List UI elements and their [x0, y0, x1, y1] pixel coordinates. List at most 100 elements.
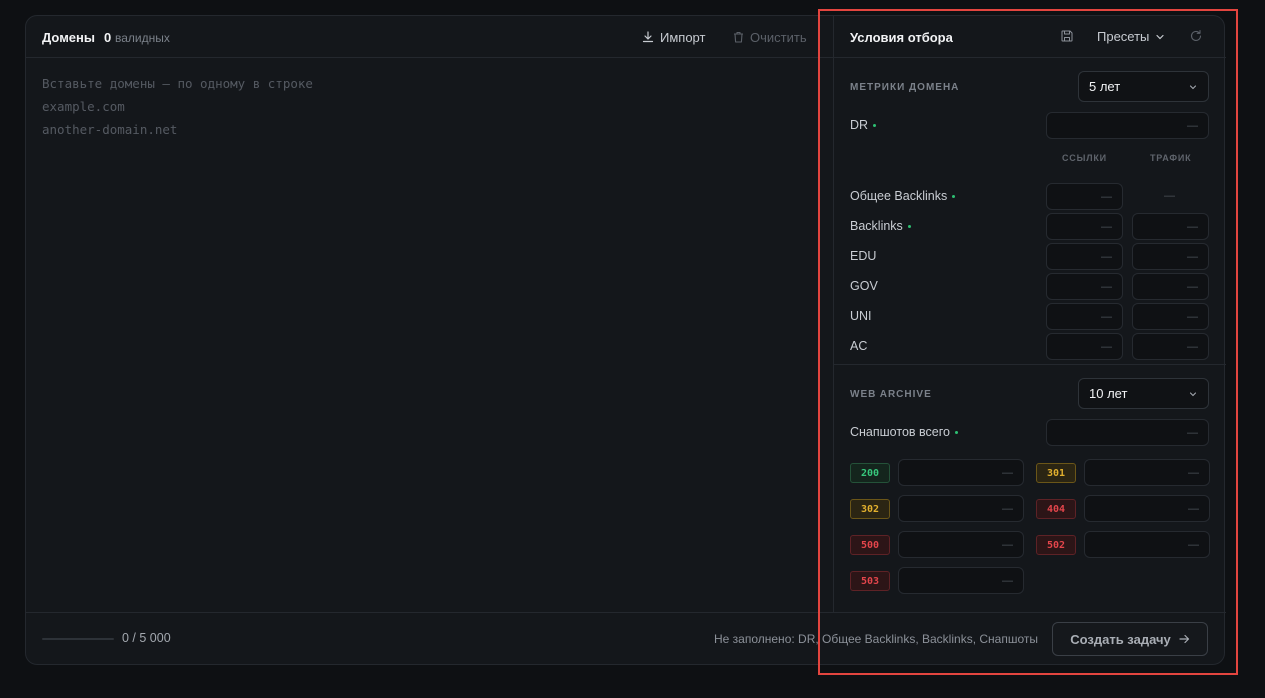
status-code-badge: 503: [850, 571, 890, 591]
dr-input[interactable]: —: [1046, 112, 1209, 139]
import-label: Импорт: [660, 29, 706, 45]
chevron-down-icon: [1189, 85, 1197, 90]
empty-value: —: [1188, 503, 1199, 515]
empty-value: —: [1002, 467, 1013, 479]
chevron-down-icon: [1189, 392, 1197, 397]
required-dot: [952, 194, 956, 198]
metric-row-label-text: UNI: [850, 309, 872, 323]
status-code-input[interactable]: —: [1084, 459, 1210, 486]
empty-value: —: [1101, 221, 1112, 233]
progress-bar: [42, 638, 114, 640]
valid-label: валидных: [115, 31, 170, 45]
links-input[interactable]: —: [1046, 183, 1123, 210]
col-head-links: ССЫЛКИ: [1062, 153, 1107, 163]
filters-panel: Условия отбора Пресеты МЕТРИКИ ДОМЕНА 5 …: [833, 16, 1226, 612]
traffic-input[interactable]: —: [1132, 243, 1209, 270]
links-input[interactable]: —: [1046, 333, 1123, 360]
metrics-period-value: 5 лет: [1089, 79, 1121, 94]
metric-row-label: EDU: [850, 249, 876, 263]
status-code-badge: 301: [1036, 463, 1076, 483]
snapshots-label: Снапшотов всего: [850, 425, 958, 439]
valid-count: 0: [104, 30, 112, 45]
status-code-badge: 500: [850, 535, 890, 555]
required-dot: [954, 430, 958, 434]
metric-row-label-text: Общее Backlinks: [850, 189, 948, 203]
arrow-right-icon: [1179, 634, 1189, 644]
status-code-badge: 302: [850, 499, 890, 519]
empty-value: —: [1101, 191, 1112, 203]
download-icon: [642, 31, 654, 43]
empty-value: —: [1101, 281, 1112, 293]
status-code-badge: 200: [850, 463, 890, 483]
metric-row-label-text: GOV: [850, 279, 878, 293]
links-input[interactable]: —: [1046, 243, 1123, 270]
metric-row-label: Backlinks: [850, 219, 911, 233]
status-code-input[interactable]: —: [898, 567, 1024, 594]
create-task-button[interactable]: Создать задачу: [1052, 622, 1208, 656]
empty-value: —: [1002, 575, 1013, 587]
empty-value: —: [1187, 221, 1198, 233]
snapshots-label-text: Снапшотов всего: [850, 425, 950, 439]
status-code-input[interactable]: —: [898, 531, 1024, 558]
dr-label-text: DR: [850, 118, 869, 132]
domains-textarea[interactable]: Вставьте домены — по одному в строке exa…: [42, 72, 822, 602]
required-dot: [873, 123, 877, 127]
empty-value: —: [1002, 503, 1013, 515]
metric-row-label: GOV: [850, 279, 878, 293]
col-head-traffic: ТРАФИК: [1150, 153, 1192, 163]
archive-section-label: WEB ARCHIVE: [850, 389, 932, 400]
empty-value: —: [1187, 251, 1198, 263]
filters-header: Условия отбора Пресеты: [834, 16, 1226, 58]
metrics-section-label: МЕТРИКИ ДОМЕНА: [850, 82, 960, 93]
links-input[interactable]: —: [1046, 213, 1123, 240]
clear-button[interactable]: Очистить: [733, 28, 807, 46]
clear-label: Очистить: [750, 29, 807, 45]
traffic-input[interactable]: —: [1132, 273, 1209, 300]
traffic-input[interactable]: —: [1132, 333, 1209, 360]
status-code-input[interactable]: —: [898, 459, 1024, 486]
empty-value: —: [1002, 539, 1013, 551]
domains-header: Домены 0 валидных Импорт Очистить: [26, 16, 833, 58]
metric-row-label: AC: [850, 339, 867, 353]
metric-row-label: UNI: [850, 309, 872, 323]
status-code-input[interactable]: —: [1084, 531, 1210, 558]
chevron-down-icon: [1156, 34, 1165, 39]
metric-row-label-text: Backlinks: [850, 219, 903, 233]
traffic-input[interactable]: —: [1132, 213, 1209, 240]
links-input[interactable]: —: [1046, 303, 1123, 330]
archive-period-select[interactable]: 10 лет: [1078, 378, 1209, 409]
presets-label: Пресеты: [1097, 29, 1150, 44]
empty-value: —: [1187, 311, 1198, 323]
trash-icon: [734, 31, 743, 43]
save-icon[interactable]: [1060, 29, 1074, 43]
metrics-period-select[interactable]: 5 лет: [1078, 71, 1209, 102]
status-code-badge: 502: [1036, 535, 1076, 555]
required-dot: [907, 224, 911, 228]
filters-title: Условия отбора: [850, 30, 953, 45]
footer-bar: 0 / 5 000 Не заполнено: DR, Общее Backli…: [26, 612, 1226, 665]
section-divider: [834, 364, 1226, 365]
presets-dropdown[interactable]: Пресеты: [1097, 29, 1165, 44]
create-task-label: Создать задачу: [1070, 631, 1171, 647]
empty-value: —: [1101, 251, 1112, 263]
empty-value: —: [1187, 341, 1198, 353]
import-button[interactable]: Импорт: [642, 28, 705, 46]
empty-value: —: [1101, 341, 1112, 353]
refresh-icon[interactable]: [1189, 29, 1203, 43]
dr-label: DR: [850, 118, 877, 132]
links-input[interactable]: —: [1046, 273, 1123, 300]
traffic-input[interactable]: —: [1132, 303, 1209, 330]
status-code-input[interactable]: —: [1084, 495, 1210, 522]
progress-text: 0 / 5 000: [122, 631, 171, 645]
metric-row-label: Общее Backlinks: [850, 189, 956, 203]
snapshots-input[interactable]: —: [1046, 419, 1209, 446]
status-code-input[interactable]: —: [898, 495, 1024, 522]
missing-fields-text: Не заполнено: DR, Общее Backlinks, Backl…: [714, 632, 1038, 646]
traffic-empty: —: [1164, 190, 1175, 202]
empty-value: —: [1187, 427, 1198, 439]
empty-value: —: [1101, 311, 1112, 323]
status-code-badge: 404: [1036, 499, 1076, 519]
domains-title: Домены: [42, 30, 95, 45]
archive-period-value: 10 лет: [1089, 386, 1128, 401]
empty-value: —: [1188, 539, 1199, 551]
